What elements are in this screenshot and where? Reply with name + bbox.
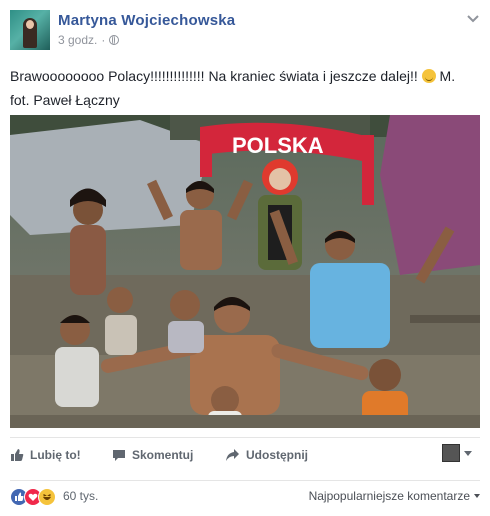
scarf-text: POLSKA (232, 133, 324, 158)
share-arrow-icon (226, 449, 239, 461)
author-name[interactable]: Martyna Wojciechowska (58, 12, 235, 29)
post-text-line-2: fot. Paweł Łączny (10, 92, 120, 108)
caret-down-icon[interactable] (464, 451, 472, 456)
post-text: Brawoooooooo Polacy!!!!!!!!!!!!!! Na kra… (10, 64, 480, 112)
smile-emoji-icon (421, 69, 436, 83)
facebook-post: Martyna Wojciechowska 3 godz. · Brawoooo… (0, 0, 490, 516)
reactions-bar: 60 tys. Najpopularniejsze komentarze (10, 480, 480, 509)
post-photo[interactable]: POLSKA (10, 115, 480, 428)
post-meta: 3 godz. · (58, 33, 120, 47)
reaction-count[interactable]: 60 tys. (63, 489, 98, 503)
viewer-avatar[interactable] (442, 444, 460, 462)
caret-down-icon (474, 494, 480, 498)
avatar-face (26, 20, 34, 29)
globe-icon (109, 35, 120, 45)
haha-reaction-icon (38, 488, 56, 506)
comment-button[interactable]: Skomentuj (112, 448, 193, 462)
comment-icon (113, 450, 125, 461)
photo-illustration: POLSKA (10, 115, 480, 428)
thumbs-up-icon (11, 449, 24, 461)
share-button[interactable]: Udostępnij (225, 448, 308, 462)
chevron-down-icon[interactable] (466, 12, 480, 26)
post-text-line-1: Brawoooooooo Polacy!!!!!!!!!!!!!! Na kra… (10, 68, 456, 84)
comment-sort-dropdown[interactable]: Najpopularniejsze komentarze (309, 489, 480, 503)
reaction-icons[interactable] (10, 488, 56, 506)
post-actions-bar: Lubię to! Skomentuj Udostępnij (10, 437, 480, 472)
like-button[interactable]: Lubię to! (10, 448, 81, 462)
author-avatar[interactable] (10, 10, 50, 50)
post-timestamp[interactable]: 3 godz. (58, 33, 97, 47)
